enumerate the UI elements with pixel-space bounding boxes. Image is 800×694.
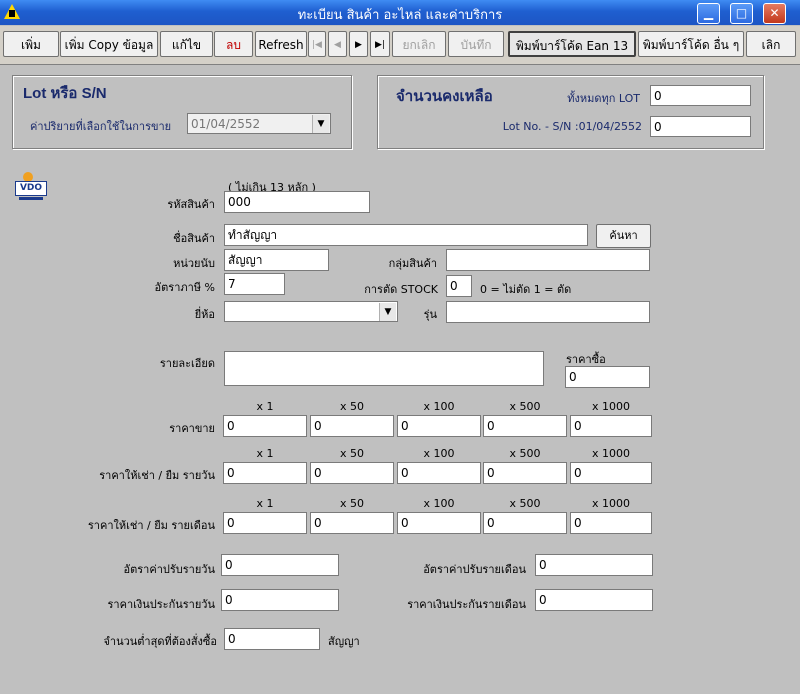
lot-sn-stock-field[interactable]: 0 (650, 116, 751, 137)
price-col-header: x 1 (256, 447, 274, 460)
monthly-deposit-label: ราคาเงินประกันรายเดือน (407, 598, 526, 611)
title-bar: ทะเบียน สินค้า อะไหล่ และค่าบริการ ▁ □ ✕ (0, 0, 800, 25)
price-cell[interactable]: 0 (310, 512, 394, 534)
price-cell[interactable]: 0 (397, 415, 481, 437)
detail-field[interactable] (224, 351, 544, 386)
price-row-label: ราคาให้เช่า / ยืม รายวัน (99, 469, 215, 482)
logo-text: VDO (15, 181, 47, 196)
brand-label: ยี่ห้อ (194, 308, 215, 321)
min-order-field[interactable]: 0 (224, 628, 320, 650)
search-button[interactable]: ค้นหา (596, 224, 651, 248)
monthly-fine-field[interactable]: 0 (535, 554, 653, 576)
model-label: รุ่น (423, 308, 437, 321)
price-col-header: x 500 (509, 400, 541, 413)
stock-cut-field[interactable]: 0 (446, 275, 472, 297)
daily-fine-field[interactable]: 0 (221, 554, 339, 576)
all-lot-field[interactable]: 0 (650, 85, 751, 106)
model-field[interactable] (446, 301, 650, 323)
first-record-button[interactable]: |◀ (308, 31, 326, 57)
price-cell[interactable]: 0 (223, 415, 307, 437)
prev-record-button[interactable]: ◀ (328, 31, 347, 57)
price-col-header: x 50 (339, 400, 364, 413)
monthly-fine-label: อัตราค่าปรับรายเดือน (423, 563, 526, 576)
minimize-button[interactable]: ▁ (697, 3, 720, 24)
product-group-label: กลุ่มสินค้า (388, 257, 437, 270)
exit-button[interactable]: เลิก (746, 31, 796, 57)
daily-deposit-label: ราคาเงินประกันรายวัน (107, 598, 215, 611)
price-col-header: x 50 (339, 497, 364, 510)
price-col-header: x 500 (509, 497, 541, 510)
chevron-down-icon[interactable]: ▼ (379, 303, 396, 321)
price-col-header: x 100 (423, 447, 455, 460)
toolbar: เพิ่ม เพิ่ม Copy ข้อมูล แก้ไข ลบ Refresh… (0, 26, 800, 65)
cancel-button[interactable]: ยกเลิก (392, 31, 446, 57)
price-cell[interactable]: 0 (483, 512, 567, 534)
price-col-header: x 500 (509, 447, 541, 460)
price-cell[interactable]: 0 (397, 512, 481, 534)
tax-rate-label: อัตราภาษี % (154, 281, 215, 294)
product-group-field[interactable] (446, 249, 650, 271)
min-order-label: จำนวนต่ำสุดที่ต้องสั่งซื้อ (103, 635, 217, 648)
product-code-field[interactable]: 000 (224, 191, 370, 213)
unit-field[interactable]: สัญญา (224, 249, 329, 271)
add-button[interactable]: เพิ่ม (3, 31, 59, 57)
daily-fine-label: อัตราค่าปรับรายวัน (123, 563, 215, 576)
stock-cut-label: การตัด STOCK (364, 283, 438, 296)
price-col-header: x 100 (423, 400, 455, 413)
daily-deposit-field[interactable]: 0 (221, 589, 339, 611)
price-cell[interactable]: 0 (570, 462, 652, 484)
edit-button[interactable]: แก้ไข (160, 31, 213, 57)
price-col-header: x 1 (256, 400, 274, 413)
price-cell[interactable]: 0 (570, 415, 652, 437)
stock-remaining-title: จำนวนคงเหลือ (396, 88, 493, 105)
lot-sn-title: Lot หรือ S/N (23, 85, 107, 102)
add-copy-button[interactable]: เพิ่ม Copy ข้อมูล (60, 31, 158, 57)
tax-rate-field[interactable]: 7 (224, 273, 285, 295)
default-lot-label: ค่าปริยายที่เลือกใช้ในการขาย (30, 120, 172, 133)
chevron-down-icon[interactable]: ▼ (312, 115, 329, 133)
logo-base (19, 197, 43, 200)
lot-sn-stock-label: Lot No. - S/N :01/04/2552 (502, 120, 642, 133)
price-row-label: ราคาให้เช่า / ยืม รายเดือน (87, 519, 215, 532)
monthly-deposit-field[interactable]: 0 (535, 589, 653, 611)
print-ean13-button[interactable]: พิมพ์บาร์โค้ด Ean 13 (508, 31, 636, 57)
price-col-header: x 1000 (591, 447, 630, 460)
delete-button[interactable]: ลบ (214, 31, 253, 57)
price-cell[interactable]: 0 (310, 462, 394, 484)
min-order-unit: สัญญา (328, 635, 360, 648)
price-cell[interactable]: 0 (397, 462, 481, 484)
last-record-button[interactable]: ▶| (370, 31, 390, 57)
price-col-header: x 1000 (591, 400, 630, 413)
refresh-button[interactable]: Refresh (255, 31, 307, 57)
maximize-button[interactable]: □ (730, 3, 753, 24)
vdo-logo: VDO (14, 172, 48, 202)
price-cell[interactable]: 0 (310, 415, 394, 437)
all-lot-label: ทั้งหมดทุก LOT (567, 92, 640, 105)
print-other-barcode-button[interactable]: พิมพ์บาร์โค้ด อื่น ๆ (638, 31, 744, 57)
default-lot-select[interactable]: 01/04/2552 ▼ (187, 113, 331, 134)
stock-cut-note: 0 = ไม่ตัด 1 = ตัด (480, 283, 572, 296)
price-cell[interactable]: 0 (483, 415, 567, 437)
price-col-header: x 1000 (591, 497, 630, 510)
close-button[interactable]: ✕ (763, 3, 786, 24)
detail-label: รายละเอียด (159, 357, 215, 370)
price-cell[interactable]: 0 (223, 512, 307, 534)
product-name-label: ชื่อสินค้า (173, 232, 215, 245)
cost-price-field[interactable]: 0 (565, 366, 650, 388)
price-col-header: x 50 (339, 447, 364, 460)
price-col-header: x 1 (256, 497, 274, 510)
price-cell[interactable]: 0 (223, 462, 307, 484)
product-code-label: รหัสสินค้า (167, 198, 215, 211)
price-col-header: x 100 (423, 497, 455, 510)
next-record-button[interactable]: ▶ (349, 31, 368, 57)
brand-select[interactable]: ▼ (224, 301, 398, 322)
product-name-field[interactable]: ทำสัญญา (224, 224, 588, 246)
save-button[interactable]: บันทึก (448, 31, 504, 57)
default-lot-value: 01/04/2552 (191, 117, 261, 131)
window-title: ทะเบียน สินค้า อะไหล่ และค่าบริการ (297, 8, 503, 23)
price-cell[interactable]: 0 (483, 462, 567, 484)
price-cell[interactable]: 0 (570, 512, 652, 534)
price-row-label: ราคาขาย (169, 422, 215, 435)
unit-label: หน่วยนับ (173, 257, 215, 270)
